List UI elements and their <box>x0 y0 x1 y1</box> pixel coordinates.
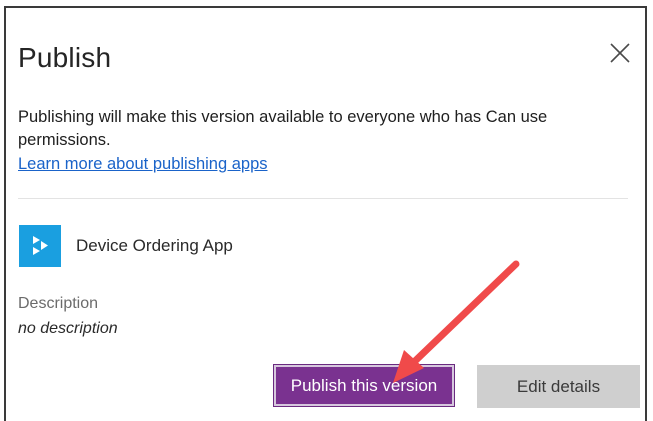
power-apps-icon <box>19 225 61 267</box>
app-name: Device Ordering App <box>76 236 233 255</box>
publish-this-version-button[interactable]: Publish this version <box>274 365 454 406</box>
learn-more-link[interactable]: Learn more about publishing apps <box>18 153 268 176</box>
close-button[interactable] <box>605 38 635 68</box>
screenshot: Publish Publishing will make this versio… <box>0 0 653 421</box>
publish-message: Publishing will make this version availa… <box>18 108 548 149</box>
divider <box>18 198 628 199</box>
dialog-title: Publish <box>18 42 112 73</box>
description-value: no description <box>18 320 118 337</box>
edit-details-button[interactable]: Edit details <box>477 365 640 408</box>
description-label: Description <box>18 295 99 312</box>
close-icon <box>610 43 630 63</box>
